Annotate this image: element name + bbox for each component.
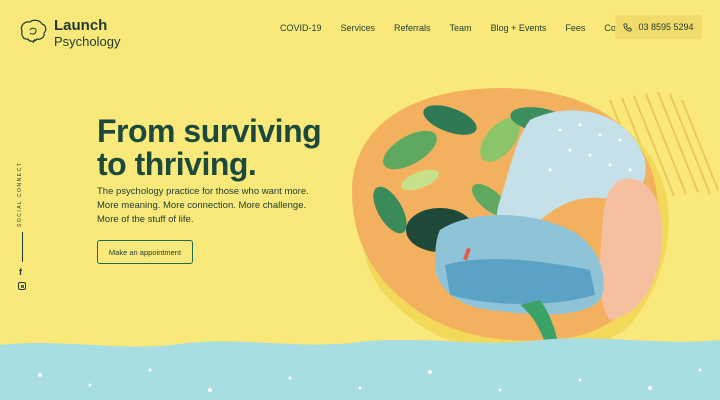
nav-item-covid[interactable]: COVID-19: [280, 23, 322, 33]
hero-title-line-2: to thriving.: [97, 146, 257, 182]
brain-logo-icon: [20, 19, 47, 44]
logo-text: Launch Psychology: [54, 18, 120, 50]
nav-item-referrals[interactable]: Referrals: [394, 23, 431, 33]
brand-subname: Psychology: [54, 34, 121, 49]
phone-button[interactable]: 03 8595 5294: [615, 15, 702, 39]
hero-title-line-1: From surviving: [97, 113, 322, 149]
hero-subtitle-line: The psychology practice for those who wa…: [97, 186, 309, 197]
brand-name: Launch: [54, 17, 108, 34]
nav-item-team[interactable]: Team: [450, 23, 472, 33]
site-header: Launch Psychology COVID-19 Services Refe…: [0, 0, 720, 56]
logo[interactable]: Launch Psychology: [18, 18, 120, 50]
hero-subtitle-line: More of the stuff of life.: [97, 214, 194, 225]
phone-number: 03 8595 5294: [638, 22, 694, 32]
main-nav: COVID-19 Services Referrals Team Blog + …: [280, 23, 654, 33]
instagram-icon[interactable]: [18, 282, 26, 290]
hero-title: From surviving to thriving.: [97, 115, 357, 181]
hero-subtitle-line: More meaning. More connection. More chal…: [97, 200, 307, 211]
phone-icon: [623, 22, 632, 32]
nav-item-services[interactable]: Services: [341, 23, 376, 33]
make-appointment-button[interactable]: Make an appointment: [97, 240, 193, 264]
social-connect-label: SOCIAL CONNECT: [17, 161, 23, 227]
facebook-icon[interactable]: f: [19, 267, 22, 277]
nav-item-blog-events[interactable]: Blog + Events: [491, 23, 547, 33]
social-divider: [22, 232, 23, 262]
nav-item-fees[interactable]: Fees: [565, 23, 585, 33]
hero-subtitle: The psychology practice for those who wa…: [97, 185, 347, 227]
water-wave: [0, 338, 720, 400]
